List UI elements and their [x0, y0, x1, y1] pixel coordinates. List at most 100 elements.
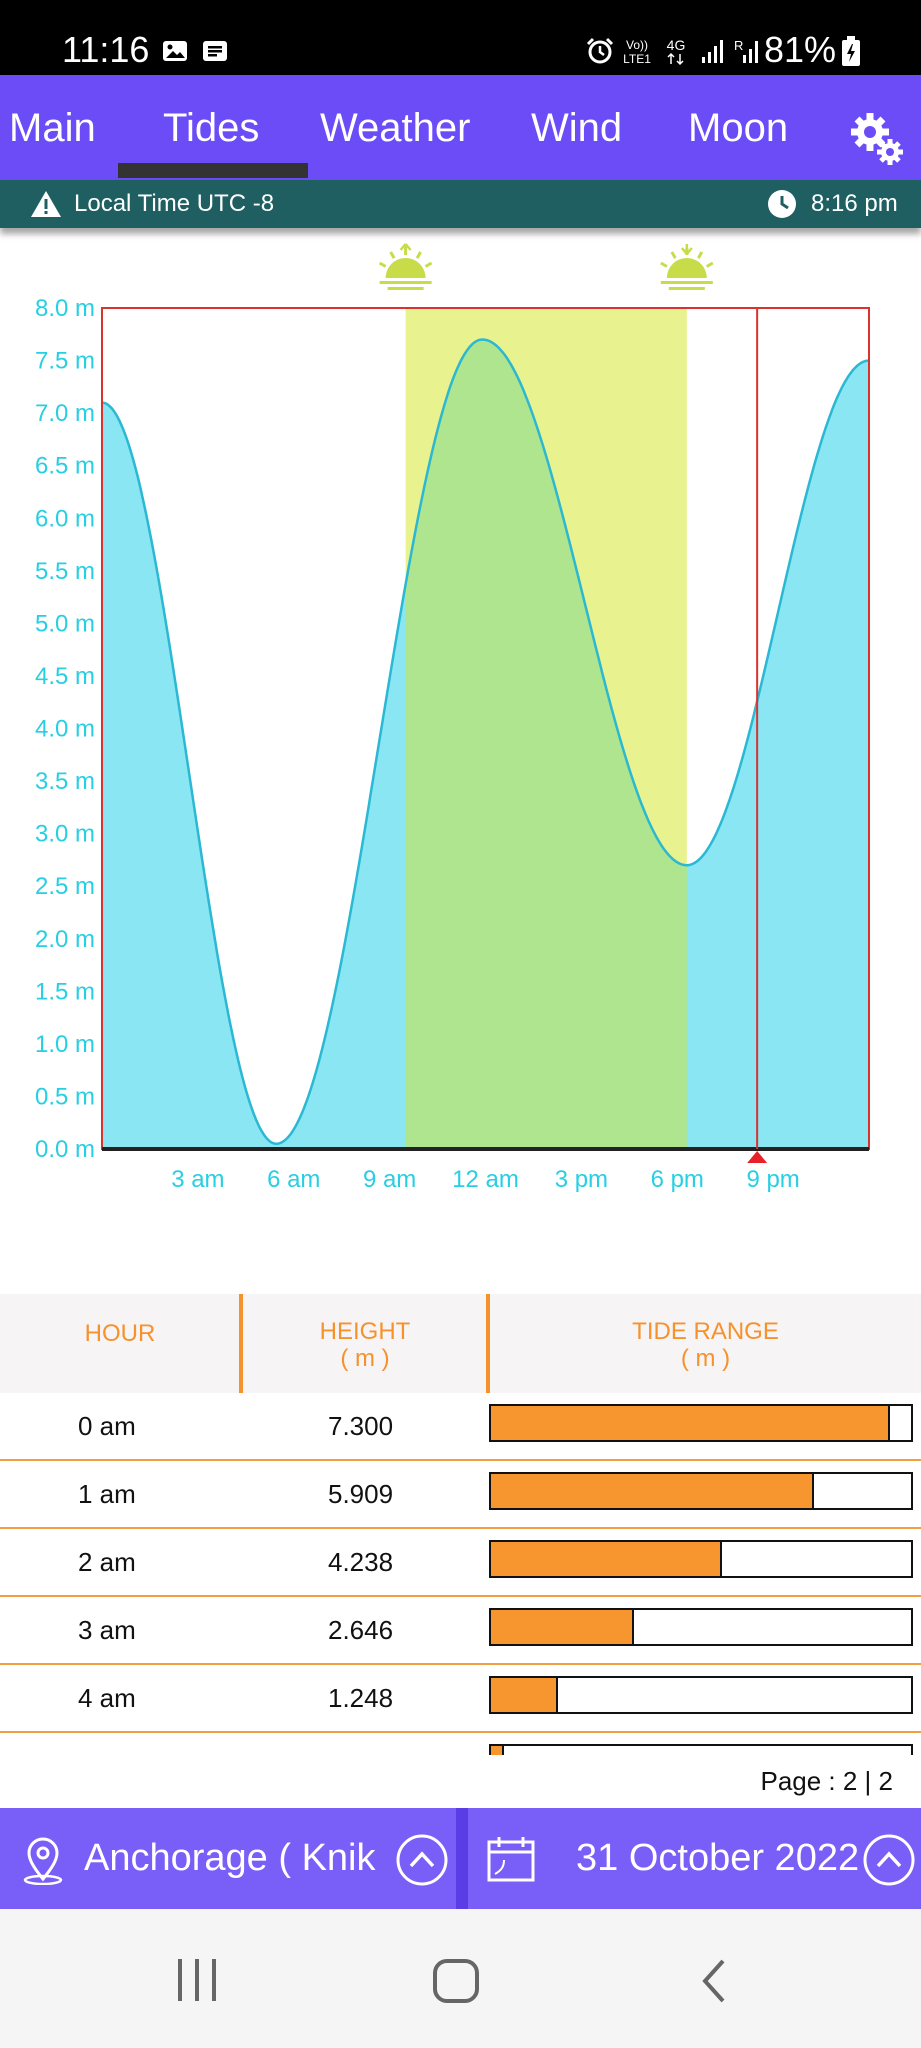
header-range-label: TIDE RANGE: [632, 1318, 779, 1345]
tab-weather[interactable]: Weather: [320, 103, 470, 153]
row-hour: 0 am: [78, 1411, 136, 1441]
row-height: 2.646: [328, 1615, 394, 1645]
tab-tides[interactable]: Tides: [163, 103, 259, 153]
recents-icon[interactable]: [172, 1957, 222, 2003]
top-nav: Main Tides Weather Wind Moon: [0, 75, 921, 180]
tide-range-bar: [489, 1404, 913, 1442]
tide-range-fill: [491, 1406, 890, 1440]
tab-moon[interactable]: Moon: [688, 103, 788, 153]
table-row: 0 am 7.300: [0, 1393, 921, 1461]
row-height: 7.300: [328, 1411, 394, 1441]
y-tick-label: 7.0 m: [35, 400, 95, 427]
home-icon[interactable]: [431, 1957, 481, 2007]
system-nav-bar: [0, 1909, 921, 2048]
table-row: 2 am 4.238: [0, 1529, 921, 1597]
date-selector[interactable]: 31 October 2022: [468, 1808, 921, 1909]
roaming-signal-icon: R: [734, 38, 758, 63]
tide-range-fill: [491, 1678, 559, 1712]
svg-text:LTE1: LTE1: [623, 52, 651, 66]
y-tick-label: 3.0 m: [35, 821, 95, 848]
tide-range-bar: [489, 1676, 913, 1714]
active-tab-indicator: [118, 163, 308, 178]
y-tick-label: 4.5 m: [35, 663, 95, 690]
battery-icon: [842, 36, 860, 66]
image-icon: [163, 41, 187, 61]
row-hour: 1 am: [78, 1479, 136, 1509]
4g-icon: 4G: [667, 37, 686, 66]
y-tick-label: 5.5 m: [35, 558, 95, 585]
header-height: HEIGHT ( m ): [243, 1318, 487, 1372]
y-tick-label: 5.0 m: [35, 610, 95, 637]
row-height: 5.909: [328, 1479, 394, 1509]
header-range: TIDE RANGE ( m ): [490, 1318, 921, 1372]
alarm-icon: [586, 37, 614, 64]
row-hour: 5 am: [78, 1751, 136, 1755]
status-time: 11:16: [62, 29, 150, 70]
sunset-icon: [660, 244, 714, 290]
location-name: Anchorage ( Knik A: [84, 1837, 384, 1879]
sunrise-icon: [378, 243, 433, 290]
tide-range-bar: [489, 1540, 913, 1578]
svg-text:R: R: [734, 38, 743, 53]
chevron-up-icon[interactable]: [862, 1833, 916, 1887]
tide-range-fill: [491, 1746, 504, 1755]
y-tick-label: 2.0 m: [35, 926, 95, 953]
tide-range-fill: [491, 1542, 722, 1576]
battery-percent: 81%: [763, 29, 836, 70]
info-bar: Local Time UTC -8 8:16 pm: [0, 180, 921, 228]
message-icon: [203, 41, 227, 61]
table-row: 1 am 5.909: [0, 1461, 921, 1529]
row-height: 4.238: [328, 1547, 394, 1577]
header-range-unit: ( m ): [680, 1345, 731, 1372]
timezone-label: Local Time UTC -8: [74, 190, 275, 217]
tab-main[interactable]: Main: [9, 103, 96, 153]
x-tick-label: 9 am: [363, 1166, 416, 1193]
tide-range-bar: [489, 1608, 913, 1646]
tide-range-fill: [491, 1610, 634, 1644]
x-tick-label: 6 pm: [651, 1166, 704, 1193]
header-height-label: HEIGHT: [319, 1318, 411, 1345]
x-tick-label: 9 pm: [746, 1166, 799, 1193]
y-tick-label: 3.5 m: [35, 768, 95, 795]
volte-icon: Vo)) LTE1: [623, 38, 651, 66]
calendar-icon: [487, 1837, 535, 1882]
header-hour: HOUR: [84, 1320, 156, 1347]
y-tick-label: 1.5 m: [35, 978, 95, 1005]
tide-range-bar: [489, 1472, 913, 1510]
table-row: 5 am 0.243: [0, 1733, 921, 1755]
tide-range-fill: [491, 1474, 815, 1508]
row-hour: 3 am: [78, 1615, 136, 1645]
y-tick-label: 0.0 m: [35, 1136, 95, 1163]
row-height: 1.248: [328, 1683, 394, 1713]
x-tick-label: 3 am: [171, 1166, 224, 1193]
table-header: HOUR HEIGHT ( m ) TIDE RANGE ( m ): [0, 1294, 921, 1393]
back-icon[interactable]: [695, 1957, 735, 2007]
y-tick-label: 0.5 m: [35, 1083, 95, 1110]
table-rows[interactable]: 0 am 7.300 1 am 5.909 2 am 4.238 3 am 2.646 4 am…: [0, 1393, 921, 1755]
svg-text:4G: 4G: [667, 37, 686, 53]
bottom-divider: [456, 1808, 468, 1909]
current-time-marker: [747, 1151, 768, 1163]
row-hour: 4 am: [78, 1683, 136, 1713]
tide-chart[interactable]: 8.0 m 7.5 m 7.0 m 6.5 m 6.0 m 5.5 m 5.0 m 4.5 m…: [0, 228, 921, 1228]
page-indicator: Page : 2 | 2: [760, 1766, 893, 1796]
status-bar: 11:16 Vo)) LTE1 4G R 81%: [0, 0, 921, 75]
y-tick-label: 8.0 m: [35, 295, 95, 322]
bottom-bar: Anchorage ( Knik A 31 October 2022: [0, 1808, 921, 1909]
location-pin-icon: [23, 1837, 63, 1885]
gears-icon[interactable]: [848, 110, 908, 170]
table-row: 3 am 2.646: [0, 1597, 921, 1665]
clock-icon: [768, 190, 796, 218]
x-tick-label: 12 am: [452, 1166, 519, 1193]
table-row: 4 am 1.248: [0, 1665, 921, 1733]
date-label: 31 October 2022: [576, 1837, 860, 1879]
header-height-unit: ( m ): [340, 1345, 390, 1372]
y-tick-label: 7.5 m: [35, 348, 95, 375]
location-selector[interactable]: Anchorage ( Knik A: [0, 1808, 456, 1909]
tide-range-bar: [489, 1744, 913, 1755]
warning-icon: [31, 191, 61, 217]
chevron-up-icon[interactable]: [395, 1833, 449, 1887]
y-tick-label: 6.5 m: [35, 453, 95, 480]
tab-wind[interactable]: Wind: [531, 103, 622, 153]
y-tick-label: 4.0 m: [35, 716, 95, 743]
